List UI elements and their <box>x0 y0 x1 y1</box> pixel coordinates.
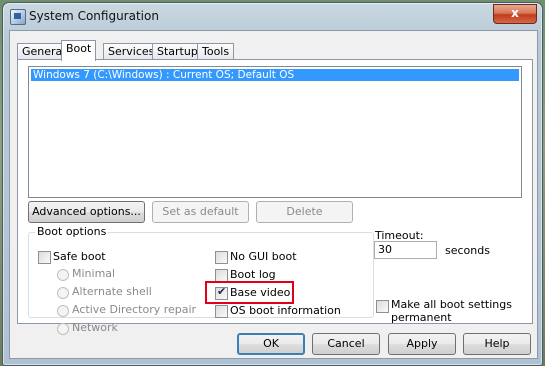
tab-startup[interactable]: Startup <box>152 43 203 60</box>
base-video-highlight <box>205 281 294 304</box>
make-permanent-label-line1: Make all boot settings <box>391 298 512 311</box>
boot-options-label: Boot options <box>35 225 109 238</box>
alternate-shell-label: Alternate shell <box>72 285 152 298</box>
boot-tab-panel: Windows 7 (C:\Windows) : Current OS; Def… <box>17 59 533 335</box>
active-directory-repair-label: Active Directory repair <box>72 303 197 316</box>
boot-entries-list[interactable]: Windows 7 (C:\Windows) : Current OS; Def… <box>28 66 522 198</box>
msconfig-app-icon <box>10 9 26 25</box>
set-as-default-button[interactable]: Set as default <box>152 201 249 223</box>
dialog-client-area: General Boot Services Startup Tools Wind… <box>9 30 538 359</box>
title-bar: System Configuration x <box>3 3 542 29</box>
close-button[interactable]: x <box>493 4 537 24</box>
tab-boot[interactable]: Boot <box>61 40 97 61</box>
delete-button[interactable]: Delete <box>256 201 353 223</box>
dialog-button-bar: OK Cancel Apply Help <box>10 323 537 358</box>
timeout-unit: seconds <box>445 244 490 257</box>
minimal-label: Minimal <box>72 267 116 280</box>
ok-button[interactable]: OK <box>237 333 305 355</box>
active-directory-repair-radio[interactable] <box>57 305 69 317</box>
no-gui-boot-checkbox[interactable] <box>215 251 228 264</box>
apply-button[interactable]: Apply <box>388 333 456 355</box>
minimal-radio[interactable] <box>57 269 69 281</box>
make-permanent-checkbox[interactable] <box>376 300 389 313</box>
advanced-options-button[interactable]: Advanced options... <box>28 201 145 223</box>
window-title: System Configuration <box>29 9 159 23</box>
help-button[interactable]: Help <box>463 333 531 355</box>
boot-entry-windows7[interactable]: Windows 7 (C:\Windows) : Current OS; Def… <box>31 69 519 81</box>
boot-log-label: Boot log <box>230 268 276 281</box>
tab-tools[interactable]: Tools <box>197 43 235 60</box>
os-boot-information-checkbox[interactable] <box>215 305 228 318</box>
tab-services[interactable]: Services <box>103 43 160 60</box>
alternate-shell-radio[interactable] <box>57 287 69 299</box>
no-gui-boot-label: No GUI boot <box>230 250 297 263</box>
cancel-button[interactable]: Cancel <box>312 333 380 355</box>
safe-boot-label: Safe boot <box>53 250 106 263</box>
safe-boot-checkbox[interactable] <box>38 251 51 264</box>
system-configuration-window: System Configuration x General Boot Serv… <box>2 2 543 366</box>
os-boot-information-label: OS boot information <box>230 304 341 317</box>
timeout-input[interactable]: 30 <box>374 241 437 259</box>
